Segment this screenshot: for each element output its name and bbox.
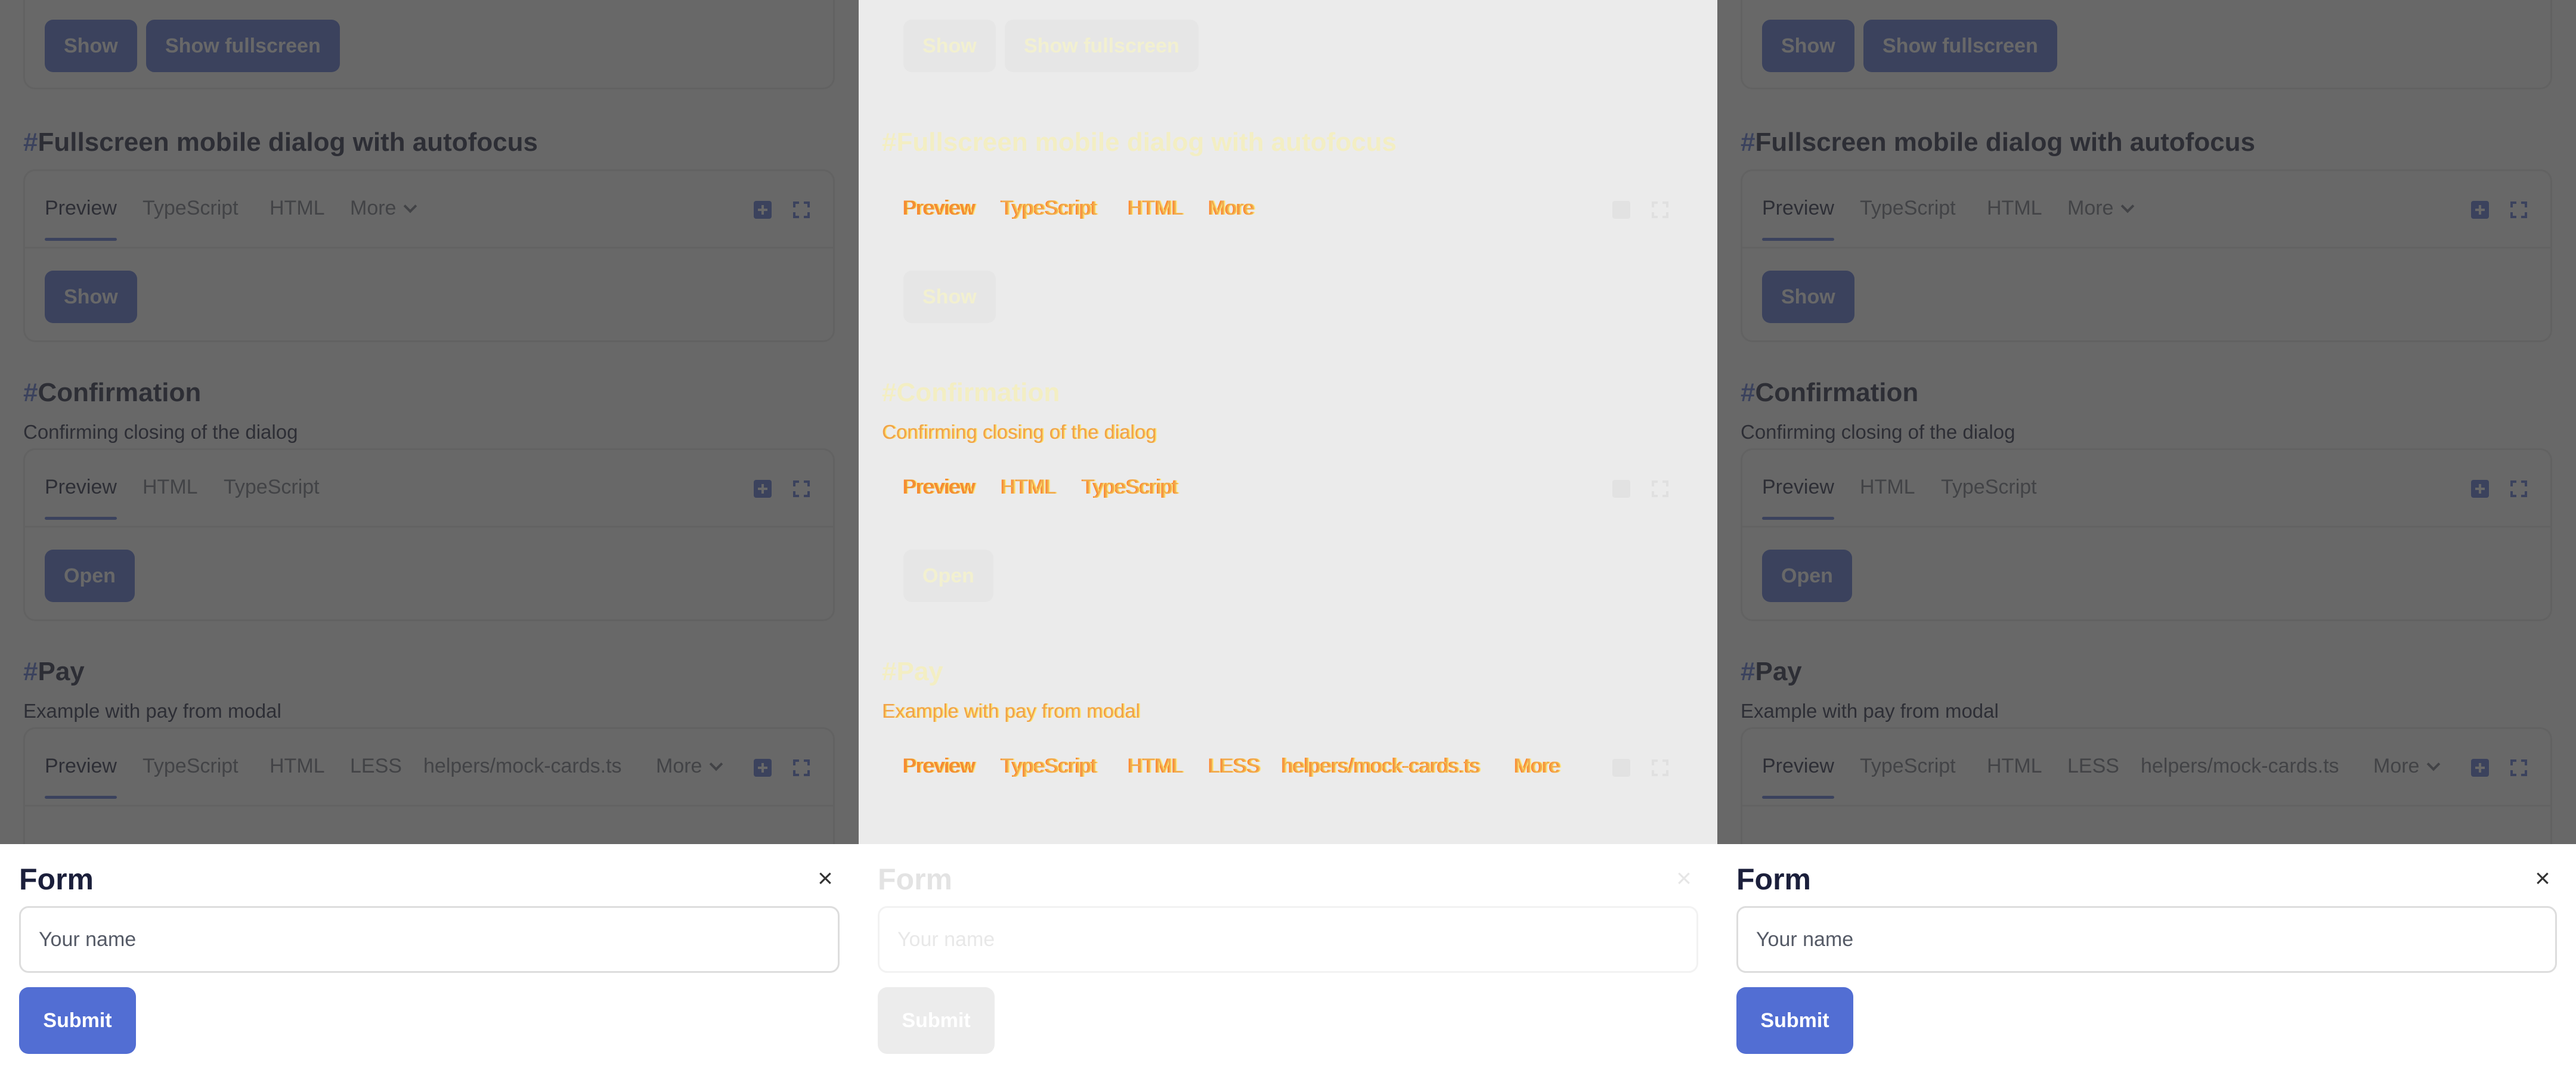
modal-overlay[interactable] [0, 0, 859, 844]
form-dialog: Form × Submit [0, 844, 859, 1073]
tab-preview[interactable]: Preview [903, 754, 976, 778]
section-title-mobile-autofocus: #Fullscreen mobile dialog with autofocus [882, 128, 1397, 157]
name-input[interactable] [878, 906, 1698, 973]
section-title-text: Fullscreen mobile dialog with autofocus [896, 128, 1397, 157]
tab-typescript[interactable]: TypeScript [1001, 754, 1097, 778]
form-dialog: Form × Submit [1717, 844, 2576, 1073]
submit-button[interactable]: Submit [19, 987, 136, 1054]
tab-less[interactable]: LESS [1209, 754, 1261, 778]
card-tabs: Preview TypeScript HTML LESS helpers/moc… [884, 729, 1692, 807]
dialog-title: Form [19, 863, 94, 896]
name-input[interactable] [1736, 906, 2557, 973]
expand-fullscreen-icon[interactable] [1651, 201, 1669, 219]
tab-typescript[interactable]: TypeScript [1082, 475, 1178, 499]
anchor-hash[interactable]: # [882, 128, 896, 157]
tab-preview[interactable]: Preview [903, 196, 976, 220]
tab-more[interactable]: More [1209, 196, 1255, 220]
show-button[interactable]: Show [903, 271, 996, 323]
section-description: Example with pay from modal [882, 700, 1140, 722]
anchor-hash[interactable]: # [882, 657, 896, 686]
section-title-pay: #Pay [882, 657, 943, 687]
panel-right: Show Show fullscreen #Fullscreen mobile … [1717, 0, 2576, 1073]
expand-fullscreen-icon[interactable] [1651, 480, 1669, 498]
submit-button[interactable]: Submit [1736, 987, 1853, 1054]
close-icon[interactable]: × [2531, 866, 2555, 892]
name-input[interactable] [19, 906, 840, 973]
tab-html[interactable]: HTML [1001, 475, 1057, 499]
tab-html[interactable]: HTML [1128, 754, 1184, 778]
section-description: Confirming closing of the dialog [882, 421, 1157, 443]
panel-left: Show Show fullscreen #Fullscreen mobile … [0, 0, 859, 1073]
card-fullscreen: Show Show fullscreen [882, 0, 1693, 89]
panel-middle: Show Show fullscreen #Fullscreen mobile … [859, 0, 1717, 1073]
card-confirmation: Preview HTML TypeScript Open [882, 448, 1693, 621]
add-square-icon[interactable] [1612, 201, 1630, 219]
add-square-icon[interactable] [1612, 759, 1630, 777]
tab-more-label: More [1515, 755, 1561, 777]
modal-overlay[interactable] [1717, 0, 2576, 844]
expand-fullscreen-icon[interactable] [1651, 759, 1669, 777]
submit-button[interactable]: Submit [878, 987, 995, 1054]
close-icon[interactable]: × [1672, 866, 1696, 892]
tab-html[interactable]: HTML [1128, 196, 1184, 220]
docs-page: Show Show fullscreen #Fullscreen mobile … [859, 0, 1717, 844]
card-tabs: Preview TypeScript HTML More [884, 171, 1692, 249]
card-pay: Preview TypeScript HTML LESS helpers/moc… [882, 727, 1693, 844]
close-icon[interactable]: × [813, 866, 837, 892]
section-title-text: Confirmation [896, 378, 1060, 407]
card-tabs: Preview HTML TypeScript [884, 450, 1692, 528]
add-square-icon[interactable] [1612, 480, 1630, 498]
form-dialog: Form × Submit [859, 844, 1717, 1073]
dialog-title: Form [1736, 863, 1811, 896]
show-fullscreen-button[interactable]: Show fullscreen [1005, 20, 1199, 72]
tab-more[interactable]: More [1515, 754, 1561, 778]
card-mobile-autofocus: Preview TypeScript HTML More Show [882, 169, 1693, 342]
tab-more-label: More [1209, 197, 1255, 219]
section-title-text: Pay [896, 657, 943, 686]
tab-mock-cards[interactable]: helpers/mock-cards.ts [1282, 754, 1481, 778]
section-title-confirmation: #Confirmation [882, 378, 1060, 408]
tab-preview[interactable]: Preview [903, 475, 976, 499]
tab-typescript[interactable]: TypeScript [1001, 196, 1097, 220]
anchor-hash[interactable]: # [882, 378, 896, 407]
show-button[interactable]: Show [903, 20, 996, 72]
dialog-title: Form [878, 863, 952, 896]
open-button[interactable]: Open [903, 550, 993, 602]
